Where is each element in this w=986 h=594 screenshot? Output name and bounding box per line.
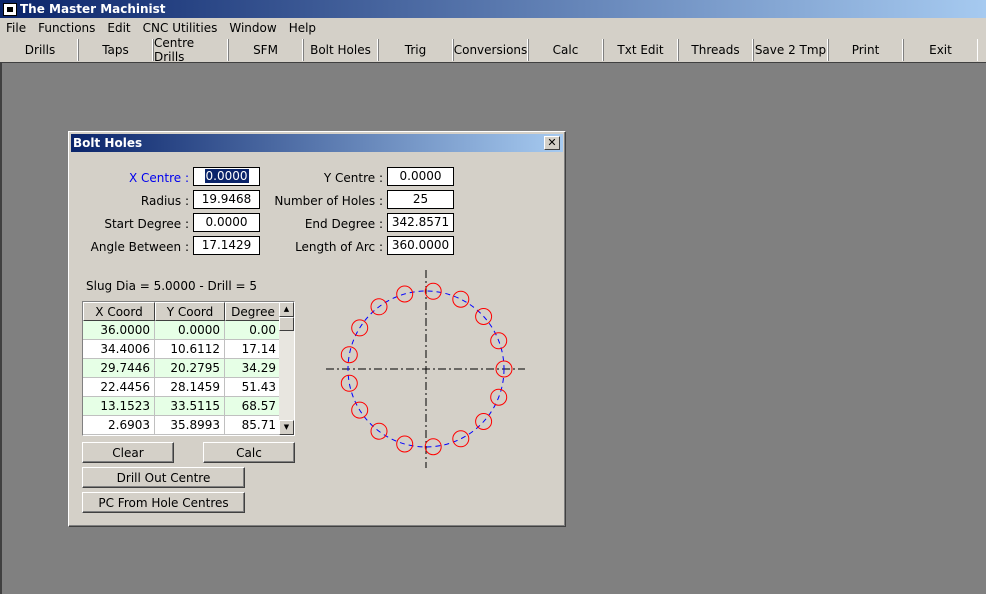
- arc-length-label: Length of Arc :: [295, 240, 383, 254]
- y-centre-input[interactable]: 0.0000: [387, 167, 454, 186]
- coordinates-grid[interactable]: X Coord Y Coord Degree 36.0000 0.0000 0.…: [82, 301, 295, 436]
- bolt-hole: [452, 430, 470, 448]
- arc-length-input[interactable]: 360.0000: [387, 236, 454, 255]
- bolt-circle-diagram: [326, 270, 525, 468]
- header-y-coord[interactable]: Y Coord: [155, 302, 225, 321]
- menu-cnc-utilities[interactable]: CNC Utilities: [137, 21, 224, 35]
- dialog-title-bar: Bolt Holes ✕: [71, 134, 563, 152]
- drills-button[interactable]: Drills: [3, 39, 78, 61]
- bolt-hole: [452, 290, 470, 308]
- slug-drill-info: Slug Dia = 5.0000 - Drill = 5: [86, 279, 258, 293]
- app-title: The Master Machinist: [20, 2, 166, 16]
- num-holes-label: Number of Holes :: [274, 194, 383, 208]
- cell-degree[interactable]: 68.57: [225, 397, 281, 416]
- toolbar: Drills Taps Centre Drills SFM Bolt Holes…: [0, 36, 986, 64]
- calc-button[interactable]: Calc: [203, 442, 295, 463]
- start-degree-label: Start Degree :: [104, 217, 189, 231]
- exit-button[interactable]: Exit: [903, 39, 978, 61]
- bolt-hole: [351, 319, 369, 337]
- cell-x[interactable]: 22.4456: [83, 378, 155, 397]
- centre-drills-button[interactable]: Centre Drills: [153, 36, 228, 64]
- table-row[interactable]: 29.7446 20.2795 34.29: [83, 359, 294, 378]
- cell-x[interactable]: 36.0000: [83, 321, 155, 340]
- bolt-hole: [396, 435, 414, 453]
- cell-x[interactable]: 13.1523: [83, 397, 155, 416]
- x-centre-label: X Centre :: [128, 171, 189, 185]
- end-degree-label: End Degree :: [304, 217, 383, 231]
- calc-toolbar-button[interactable]: Calc: [528, 39, 603, 61]
- menu-functions[interactable]: Functions: [32, 21, 101, 35]
- bolt-hole: [340, 346, 358, 364]
- save-2-tmp-button[interactable]: Save 2 Tmp: [753, 39, 828, 61]
- y-centre-label: Y Centre :: [323, 171, 383, 185]
- bolt-hole: [424, 282, 442, 300]
- trig-button[interactable]: Trig: [378, 39, 453, 61]
- cell-x[interactable]: 29.7446: [83, 359, 155, 378]
- drill-out-centre-button[interactable]: Drill Out Centre: [82, 467, 245, 488]
- radius-label: Radius :: [140, 194, 189, 208]
- end-degree-input[interactable]: 342.8571: [387, 213, 454, 232]
- taps-button[interactable]: Taps: [78, 39, 153, 61]
- cell-degree[interactable]: 51.43: [225, 378, 281, 397]
- table-row[interactable]: 36.0000 0.0000 0.00: [83, 321, 294, 340]
- header-x-coord[interactable]: X Coord: [83, 302, 155, 321]
- bolt-holes-dialog: Bolt Holes ✕ X Centre : 0.0000 Y Centre …: [68, 131, 566, 527]
- cell-degree[interactable]: 17.14: [225, 340, 281, 359]
- close-icon[interactable]: ✕: [544, 136, 560, 150]
- menu-edit[interactable]: Edit: [101, 21, 136, 35]
- cell-y[interactable]: 35.8993: [155, 416, 225, 435]
- dialog-title: Bolt Holes: [73, 136, 143, 150]
- cell-y[interactable]: 28.1459: [155, 378, 225, 397]
- cell-x[interactable]: 34.4006: [83, 340, 155, 359]
- app-title-bar: The Master Machinist: [0, 0, 986, 18]
- cell-y[interactable]: 10.6112: [155, 340, 225, 359]
- scroll-up-icon[interactable]: ▲: [279, 302, 294, 317]
- bolt-holes-button[interactable]: Bolt Holes: [303, 39, 378, 61]
- num-holes-input[interactable]: 25: [387, 190, 454, 209]
- grid-scrollbar[interactable]: ▲ ▼: [279, 302, 294, 435]
- cell-degree[interactable]: 0.00: [225, 321, 281, 340]
- print-button[interactable]: Print: [828, 39, 903, 61]
- sfm-button[interactable]: SFM: [228, 39, 303, 61]
- txt-edit-button[interactable]: Txt Edit: [603, 39, 678, 61]
- table-row[interactable]: 34.4006 10.6112 17.14: [83, 340, 294, 359]
- x-centre-value: 0.0000: [204, 169, 249, 183]
- table-row[interactable]: 22.4456 28.1459 51.43: [83, 378, 294, 397]
- conversions-button[interactable]: Conversions: [453, 39, 528, 61]
- app-icon: [3, 2, 17, 16]
- menu-help[interactable]: Help: [283, 21, 322, 35]
- cell-y[interactable]: 0.0000: [155, 321, 225, 340]
- scroll-thumb[interactable]: [279, 317, 294, 331]
- cell-degree[interactable]: 34.29: [225, 359, 281, 378]
- clear-button[interactable]: Clear: [82, 442, 174, 463]
- scroll-down-icon[interactable]: ▼: [279, 420, 294, 435]
- threads-button[interactable]: Threads: [678, 39, 753, 61]
- bolt-hole: [475, 308, 493, 325]
- cell-y[interactable]: 20.2795: [155, 359, 225, 378]
- cell-y[interactable]: 33.5115: [155, 397, 225, 416]
- bolt-hole: [340, 374, 358, 392]
- angle-between-label: Angle Between :: [90, 240, 189, 254]
- pc-from-hole-centres-button[interactable]: PC From Hole Centres: [82, 492, 245, 513]
- table-row[interactable]: 2.6903 35.8993 85.71: [83, 416, 294, 435]
- menu-window[interactable]: Window: [223, 21, 282, 35]
- menu-file[interactable]: File: [0, 21, 32, 35]
- cell-x[interactable]: 2.6903: [83, 416, 155, 435]
- cell-degree[interactable]: 85.71: [225, 416, 281, 435]
- menu-bar: File Functions Edit CNC Utilities Window…: [0, 18, 986, 38]
- table-row[interactable]: 13.1523 33.5115 68.57: [83, 397, 294, 416]
- header-degree[interactable]: Degree: [225, 302, 281, 321]
- grid-header: X Coord Y Coord Degree: [83, 302, 294, 321]
